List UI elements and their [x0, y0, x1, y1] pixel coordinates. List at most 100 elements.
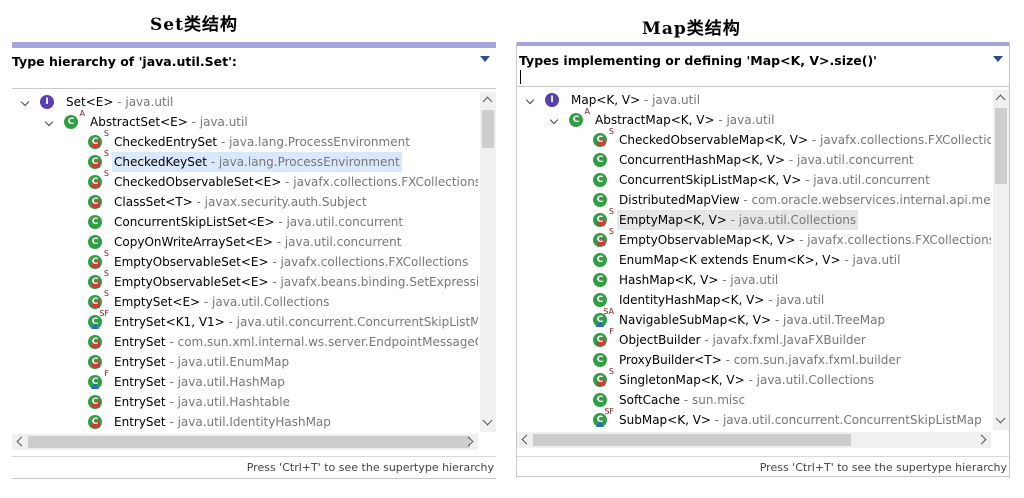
type-package: - java.util.concurrent	[274, 215, 404, 229]
type-label: HashMap<K, V> - java.util	[617, 270, 780, 290]
tree-row[interactable]: A AbstractSet<E> - java.util	[44, 109, 250, 132]
tree-row[interactable]: SANavigableSubMap<K, V> - java.util.Tree…	[573, 307, 887, 330]
scroll-up-icon[interactable]	[995, 94, 1006, 105]
tree-row[interactable]: ProxyBuilder<T> - com.sun.javafx.fxml.bu…	[573, 350, 903, 370]
tree-row[interactable]: SEmptyObservableSet<E> - javafx.beans.bi…	[68, 269, 478, 292]
class-icon	[593, 393, 607, 407]
tree-row[interactable]: Map<K, V> - java.util	[525, 90, 702, 110]
vertical-scrollbar[interactable]	[993, 90, 1009, 430]
class-icon: F	[593, 328, 614, 347]
tree-row[interactable]: EnumMap<K extends Enum<K>, V> - java.uti…	[573, 250, 902, 270]
tree-row[interactable]: SCheckedObservableMap<K, V> - javafx.col…	[573, 128, 991, 150]
tree-row[interactable]: SSingletonMap<K, V> - java.util.Collecti…	[573, 368, 876, 390]
type-name: CheckedObservableMap<K, V>	[619, 133, 809, 147]
class-icon: S	[593, 368, 614, 387]
private-lock-icon	[597, 216, 605, 226]
tree-row[interactable]: EntrySet - java.util.Hashtable	[68, 392, 292, 412]
class-icon: SF	[88, 310, 109, 329]
modifier-badge: F	[609, 327, 614, 336]
type-tree[interactable]: Set<E> - java.utilAAbstractSet<E> - java…	[12, 92, 478, 432]
interface-icon	[40, 95, 54, 109]
tree-row[interactable]: FObjectBuilder - javafx.fxml.JavaFXBuild…	[573, 328, 868, 350]
modifier-badge: SF	[604, 407, 614, 416]
scroll-left-icon[interactable]	[16, 436, 27, 447]
type-name: Set<E>	[66, 95, 114, 109]
type-package: - sun.misc	[680, 393, 746, 407]
tree-row[interactable]: DistributedMapView - com.oracle.webservi…	[573, 190, 991, 210]
tree-row[interactable]: AAbstractMap<K, V> - java.util	[549, 108, 776, 130]
class-icon: S	[593, 208, 614, 227]
type-package: - com.sun.xml.internal.ws.server.Endpoin…	[165, 335, 478, 349]
type-label: IdentityHashMap<K, V> - java.util	[617, 290, 826, 310]
tree-row[interactable]: ConcurrentSkipListSet<E> - java.util.con…	[68, 212, 405, 232]
tree-row[interactable]: ConcurrentSkipListMap<K, V> - java.util.…	[573, 170, 932, 190]
type-name: ProxyBuilder<T>	[619, 353, 722, 367]
scrollbar-thumb[interactable]	[482, 110, 494, 148]
tree-row[interactable]: EntrySet - java.util.EnumMap	[68, 352, 291, 372]
modifier-badge: S	[103, 149, 109, 158]
type-package: - java.util.Collections	[200, 295, 330, 309]
package-visibility-icon	[596, 320, 604, 327]
private-lock-icon	[92, 158, 100, 168]
class-icon	[88, 215, 102, 229]
modifier-badge: SA	[603, 307, 614, 316]
vertical-scrollbar[interactable]	[480, 92, 496, 432]
chevron-down-icon[interactable]	[549, 114, 561, 126]
type-label: ConcurrentSkipListMap<K, V> - java.util.…	[617, 170, 932, 190]
view-menu-icon[interactable]	[480, 56, 490, 62]
horizontal-scrollbar[interactable]	[12, 434, 478, 450]
tree-row[interactable]: EntrySet - java.util.IdentityHashMap	[68, 412, 333, 432]
tree-row[interactable]: SFSubMap<K, V> - java.util.concurrent.Co…	[573, 407, 984, 430]
modifier-badge: A	[79, 109, 85, 118]
type-package: - java.util.concurrent	[272, 235, 402, 249]
type-label: CheckedObservableMap<K, V> - javafx.coll…	[617, 130, 991, 150]
type-package: - java.util	[840, 253, 901, 267]
type-name: EmptyMap<K, V>	[619, 213, 727, 227]
chevron-down-icon[interactable]	[525, 94, 537, 106]
type-label: EntrySet - com.sun.xml.internal.ws.serve…	[112, 332, 478, 352]
type-name: AbstractSet<E>	[90, 115, 188, 129]
tree-row[interactable]: Set<E> - java.util	[20, 92, 175, 112]
tree-row[interactable]: SCheckedEntrySet - java.lang.ProcessEnvi…	[68, 130, 412, 152]
view-menu-icon[interactable]	[993, 56, 1003, 62]
scroll-right-icon[interactable]	[976, 434, 987, 445]
class-icon	[593, 153, 607, 167]
type-label: CheckedEntrySet - java.lang.ProcessEnvir…	[112, 132, 412, 152]
type-name: CheckedEntrySet	[114, 135, 218, 149]
tree-row[interactable]: SEmptyObservableSet<E> - javafx.collecti…	[68, 249, 470, 272]
tree-row[interactable]: SCheckedObservableSet<E> - javafx.collec…	[68, 170, 478, 192]
tree-row[interactable]: SFEntrySet<K1, V1> - java.util.concurren…	[68, 310, 478, 332]
tree-row[interactable]: SoftCache - sun.misc	[573, 390, 747, 410]
tree-row[interactable]: SCheckedKeySet - java.lang.ProcessEnviro…	[68, 149, 402, 172]
type-label: EmptySet<E> - java.util.Collections	[112, 292, 331, 312]
tree-row[interactable]: HashMap<K, V> - java.util	[573, 270, 780, 290]
class-icon: S	[88, 130, 109, 149]
chevron-down-icon[interactable]	[44, 116, 56, 128]
tree-row[interactable]: CopyOnWriteArraySet<E> - java.util.concu…	[68, 232, 403, 252]
scroll-up-icon[interactable]	[482, 96, 493, 107]
type-package: - java.util.EnumMap	[165, 355, 290, 369]
modifier-badge: SF	[99, 309, 109, 318]
tree-row[interactable]: SEmptyMap<K, V> - java.util.Collections	[573, 208, 859, 230]
scroll-left-icon[interactable]	[521, 434, 532, 445]
type-package: - java.util	[187, 115, 248, 129]
chevron-down-icon[interactable]	[20, 96, 32, 108]
type-package: - java.util.concurrent	[801, 173, 930, 187]
type-label: EnumMap<K extends Enum<K>, V> - java.uti…	[617, 250, 902, 270]
scroll-down-icon[interactable]	[995, 413, 1006, 424]
modifier-badge: S	[103, 249, 109, 258]
type-package: - java.util	[718, 273, 779, 287]
scrollbar-thumb[interactable]	[28, 436, 470, 448]
scrollbar-thumb[interactable]	[995, 108, 1007, 184]
tree-row[interactable]: EntrySet - com.sun.xml.internal.ws.serve…	[68, 332, 478, 352]
type-tree[interactable]: Map<K, V> - java.utilAAbstractMap<K, V> …	[517, 90, 991, 430]
tree-row[interactable]: ClassSet<T> - javax.security.auth.Subjec…	[68, 192, 369, 212]
scrollbar-thumb[interactable]	[533, 434, 851, 446]
scroll-down-icon[interactable]	[482, 415, 493, 426]
tree-row[interactable]: SEmptyObservableMap<K, V> - javafx.colle…	[573, 228, 991, 250]
type-name: ConcurrentSkipListSet<E>	[114, 215, 275, 229]
horizontal-scrollbar[interactable]	[517, 432, 991, 448]
tree-row[interactable]: FEntrySet - java.util.HashMap	[68, 370, 287, 392]
tree-row[interactable]: ConcurrentHashMap<K, V> - java.util.conc…	[573, 150, 916, 170]
modifier-badge: S	[103, 269, 109, 278]
